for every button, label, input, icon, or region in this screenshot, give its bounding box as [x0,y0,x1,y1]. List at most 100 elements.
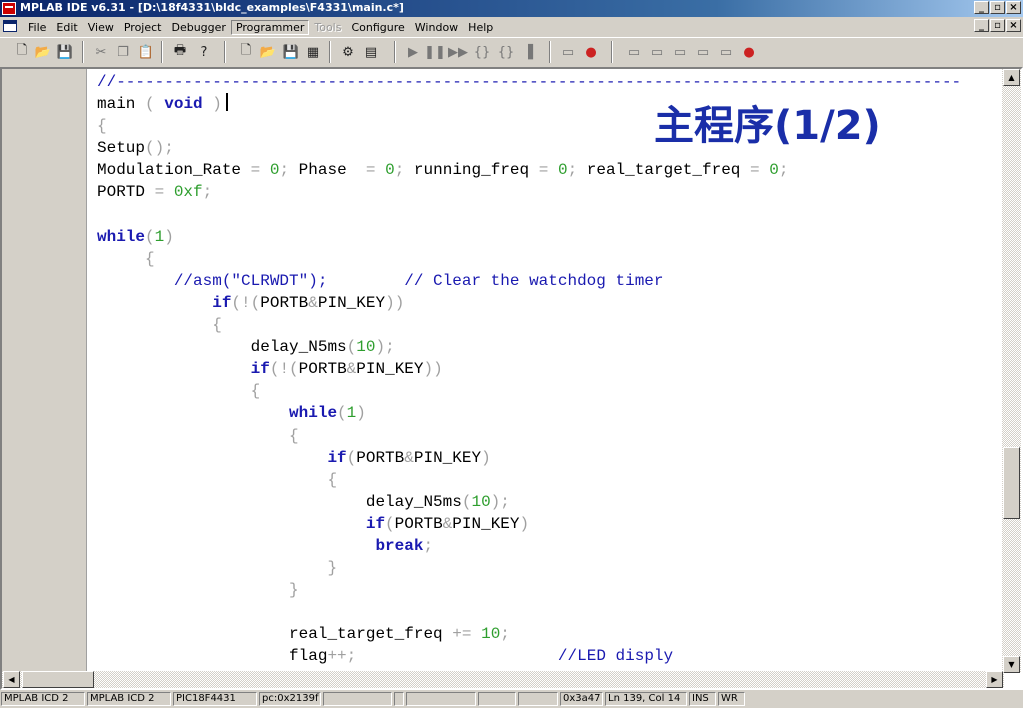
scroll-left-button[interactable]: ◀ [3,671,20,688]
run-icon[interactable]: ▶ [403,42,423,62]
toolbar-separator [549,41,551,63]
read-device-icon[interactable]: ● [581,42,601,62]
toolbar-separator [611,41,613,63]
animate-icon[interactable]: ▶▶ [448,42,468,62]
status-cell: MPLAB ICD 2 [1,692,85,706]
menu-configure[interactable]: Configure [346,20,409,35]
code-line[interactable]: //--------------------------------------… [97,71,1000,93]
code-line[interactable]: PORTD = 0xf; [97,181,1000,203]
toolbar: 🗋 📂 💾 ✂ ❐ 📋 🖶 ? 🗋 📂 💾 ▦ ⚙ ▤ ▶ ❚❚ ▶▶ {} {… [0,37,1023,67]
status-cell: MPLAB ICD 2 [87,692,171,706]
menu-window[interactable]: Window [410,20,463,35]
code-line[interactable]: flag++; //LED disply [97,645,1000,667]
open-folder-icon[interactable]: 📂 [33,42,53,62]
menu-file[interactable]: File [23,20,51,35]
doc-minimize-button[interactable]: _ [974,19,989,32]
status-cell: WR [718,692,745,706]
code-line[interactable]: real_target_freq += 10; [97,623,1000,645]
code-line[interactable]: { [97,380,1000,402]
code-line[interactable]: } [97,579,1000,601]
menu-debugger[interactable]: Debugger [166,20,230,35]
step-into-icon[interactable]: {} [472,42,492,62]
code-editor[interactable]: //--------------------------------------… [0,67,1023,690]
new-file-icon[interactable]: 🗋 [12,42,32,62]
vertical-scrollbar[interactable]: ▲ ▼ [1002,69,1021,673]
vertical-scroll-thumb[interactable] [1003,447,1020,519]
minimize-button[interactable]: _ [974,1,989,14]
code-line[interactable]: if(!(PORTB&PIN_KEY)) [97,292,1000,314]
document-controls: _ ▫ × [974,19,1021,32]
text-cursor [225,93,228,112]
debugger-tool-3-icon[interactable]: ▭ [670,42,690,62]
status-cell [323,692,392,706]
close-button[interactable]: × [1006,1,1021,14]
status-bar: MPLAB ICD 2 MPLAB ICD 2 PIC18F4431 pc:0x213… [0,690,1023,708]
code-line[interactable]: //asm("CLRWDT"); // Clear the watchdog t… [97,270,1000,292]
build-icon[interactable]: ▦ [303,42,323,62]
window-title: MPLAB IDE v6.31 - [D:\18f4331\bldc_examp… [20,1,404,14]
scroll-up-button[interactable]: ▲ [1003,69,1020,86]
code-line[interactable]: } [97,557,1000,579]
menu-tools[interactable]: Tools [309,20,346,35]
debugger-tool-6-icon[interactable]: ● [739,42,759,62]
debugger-tool-4-icon[interactable]: ▭ [693,42,713,62]
build-all-icon[interactable]: ▤ [361,42,381,62]
debugger-tool-2-icon[interactable]: ▭ [647,42,667,62]
scroll-down-button[interactable]: ▼ [1003,656,1020,673]
menu-view[interactable]: View [83,20,119,35]
document-icon[interactable] [3,20,17,32]
code-line[interactable]: if(PORTB&PIN_KEY) [97,447,1000,469]
doc-restore-button[interactable]: ▫ [990,19,1005,32]
code-line[interactable]: while(1) [97,402,1000,424]
code-line[interactable]: { [97,314,1000,336]
menu-edit[interactable]: Edit [51,20,82,35]
code-line[interactable]: ​ [97,204,1000,226]
menu-programmer[interactable]: Programmer [230,19,310,35]
status-cell: 0x3a47 [560,692,603,706]
paste-icon[interactable]: 📋 [136,42,156,62]
horizontal-scroll-thumb[interactable] [22,671,94,688]
new-project-icon[interactable]: 🗋 [236,42,256,62]
doc-close-button[interactable]: × [1006,19,1021,32]
code-line[interactable]: { [97,469,1000,491]
status-cell: INS [689,692,716,706]
save-project-icon[interactable]: 💾 [281,42,301,62]
status-cell: Ln 139, Col 14 [605,692,687,706]
scroll-right-button[interactable]: ▶ [986,671,1003,688]
step-over-icon[interactable]: {} [496,42,516,62]
menu-project[interactable]: Project [119,20,167,35]
debugger-tool-5-icon[interactable]: ▭ [716,42,736,62]
status-cell [394,692,404,706]
help-icon[interactable]: ? [194,42,214,62]
code-line[interactable]: break; [97,535,1000,557]
restore-button[interactable]: ▫ [990,1,1005,14]
print-icon[interactable]: 🖶 [170,42,190,62]
menu-help[interactable]: Help [463,20,498,35]
status-cell: PIC18F4431 [173,692,257,706]
menu-items: File Edit View Project Debugger Programmer Too… [23,17,498,37]
reset-icon[interactable]: ▐ [518,42,538,62]
code-line[interactable]: if(PORTB&PIN_KEY) [97,513,1000,535]
code-line[interactable]: delay_N5ms(10); [97,491,1000,513]
save-icon[interactable]: 💾 [55,42,75,62]
editor-gutter[interactable] [2,69,87,673]
menu-bar: File Edit View Project Debugger Programmer Too… [0,17,1023,37]
code-line[interactable]: ​ [97,601,1000,623]
code-line[interactable]: { [97,248,1000,270]
code-line[interactable]: if(!(PORTB&PIN_KEY)) [97,358,1000,380]
open-project-icon[interactable]: 📂 [258,42,278,62]
copy-icon[interactable]: ❐ [113,42,133,62]
mplab-app-icon[interactable] [2,2,16,15]
code-line[interactable]: { [97,425,1000,447]
code-line[interactable]: delay_N5ms(10); [97,336,1000,358]
halt-icon[interactable]: ❚❚ [424,42,446,62]
code-area[interactable]: //--------------------------------------… [97,71,1000,673]
make-icon[interactable]: ⚙ [338,42,358,62]
code-line[interactable]: Modulation_Rate = 0; Phase = 0; running_… [97,159,1000,181]
debugger-tool-1-icon[interactable]: ▭ [624,42,644,62]
cut-icon[interactable]: ✂ [91,42,111,62]
program-device-icon[interactable]: ▭ [558,42,578,62]
horizontal-scrollbar[interactable]: ◀ ▶ [2,671,1004,688]
title-bar: MPLAB IDE v6.31 - [D:\18f4331\bldc_examp… [0,0,1023,17]
code-line[interactable]: while(1) [97,226,1000,248]
